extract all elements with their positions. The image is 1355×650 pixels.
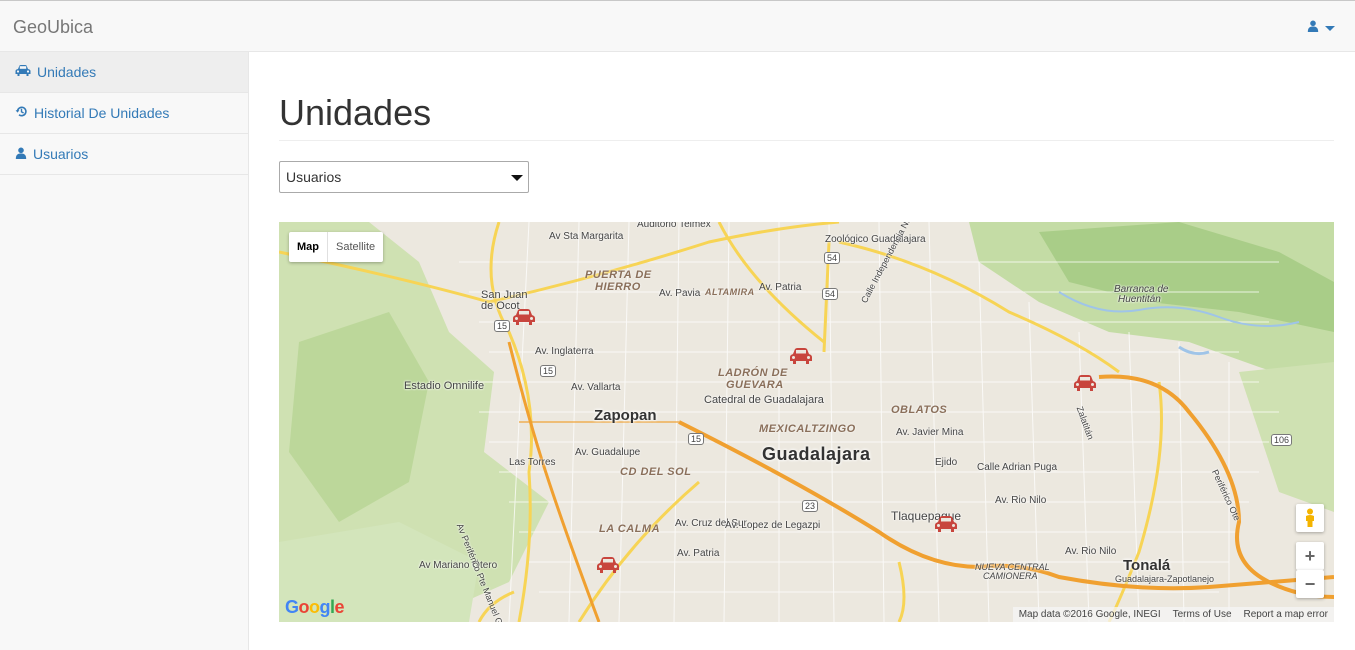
chevron-down-icon xyxy=(1325,25,1335,31)
map-label-ladron-de: LADRÓN DE xyxy=(718,367,788,379)
page-title: Unidades xyxy=(279,92,432,133)
map-label-catedral: Catedral de Guadalajara xyxy=(704,394,824,406)
map-label-av-rio-nilo: Av. Rio Nilo xyxy=(995,495,1047,506)
map-label-hierro: HIERRO xyxy=(595,281,641,293)
shield-23: 23 xyxy=(802,500,819,512)
map-label-av-patria-south: Av. Patria xyxy=(677,548,720,559)
user-icon xyxy=(15,146,27,162)
sidebar-item-historial[interactable]: Historial De Unidades xyxy=(0,93,248,134)
user-select-value: Usuarios xyxy=(286,169,342,185)
car-icon xyxy=(15,64,31,80)
map-label-av-pavia: Av. Pavia xyxy=(659,288,701,299)
map-type-satellite-button[interactable]: Satellite xyxy=(328,232,383,262)
map-attribution: Map data ©2016 Google, INEGI Terms of Us… xyxy=(1012,607,1334,622)
map-label-adrian-puga: Calle Adrian Puga xyxy=(977,462,1058,473)
map-label-cd-del-sol: CD DEL SOL xyxy=(620,466,692,478)
map-label-camionera: CAMIONERA xyxy=(983,571,1038,581)
map-label-ejido: Ejido xyxy=(935,457,958,468)
vehicle-marker[interactable] xyxy=(596,556,620,574)
navbar: GeoUbica xyxy=(0,0,1355,52)
user-select[interactable]: Usuarios xyxy=(279,161,529,193)
map-type-map-button[interactable]: Map xyxy=(289,232,328,262)
map-label-guevara: GUEVARA xyxy=(726,379,784,391)
map-label-oblatos: OBLATOS xyxy=(891,404,948,416)
map-label-mariano-otero: Av Mariano Otero xyxy=(419,560,498,571)
pegman-icon[interactable] xyxy=(1296,504,1324,532)
user-menu-toggle[interactable] xyxy=(1307,19,1335,37)
user-icon xyxy=(1307,19,1319,37)
map-label-auditorio: Auditorio Telmex xyxy=(637,222,711,230)
report-map-error-link[interactable]: Report a map error xyxy=(1244,609,1328,620)
map-label-la-calma: LA CALMA xyxy=(599,523,661,535)
title-divider xyxy=(279,140,1334,141)
map-label-zapopan: Zapopan xyxy=(594,407,657,424)
map-label-altamira: ALTAMIRA xyxy=(705,287,755,297)
terms-of-use-link[interactable]: Terms of Use xyxy=(1173,609,1232,620)
sidebar-item-usuarios[interactable]: Usuarios xyxy=(0,134,248,175)
google-logo: Google xyxy=(285,597,345,617)
map-label-lopez-legazpi: Av. Lopez de Legazpi xyxy=(725,520,821,531)
vehicle-marker[interactable] xyxy=(934,515,958,533)
map-label-sta-margarita: Av Sta Margarita xyxy=(549,231,624,242)
map-label-las-torres: Las Torres xyxy=(509,457,556,468)
shield-15: 15 xyxy=(540,365,557,377)
map-label-javier-mina: Av. Javier Mina xyxy=(896,427,964,438)
brand-logo[interactable]: GeoUbica xyxy=(13,17,93,38)
shield-15-north: 15 xyxy=(494,320,511,332)
vehicle-marker[interactable] xyxy=(789,347,813,365)
map-label-av-guadalupe: Av. Guadalupe xyxy=(575,447,641,458)
map-type-control: Map Satellite xyxy=(289,232,384,262)
map-label-tonala: Tonalá xyxy=(1123,557,1171,574)
sidebar-item-label: Usuarios xyxy=(33,146,89,162)
map-label-zoologico: Zoológico Guadalajara xyxy=(825,234,926,245)
map-label-av-rio-nilo-2: Av. Rio Nilo xyxy=(1065,546,1117,557)
chevron-down-icon xyxy=(511,175,523,181)
zoom-in-button[interactable]: + xyxy=(1296,542,1324,570)
main-content: Unidades Usuarios Auditorio Telmex Av St… xyxy=(249,52,1355,650)
map-label-gdl-zapotlanejo: Guadalajara-Zapotlanejo xyxy=(1115,574,1215,584)
map-label-av-patria: Av. Patria xyxy=(759,282,802,293)
vehicle-marker[interactable] xyxy=(512,308,536,326)
vehicle-marker[interactable] xyxy=(1073,374,1097,392)
map-view[interactable]: Auditorio Telmex Av Sta Margarita Zoológ… xyxy=(279,222,1334,622)
sidebar: Unidades Historial De Unidades Usuarios xyxy=(0,52,249,650)
map-label-mexicaltzingo: MEXICALTZINGO xyxy=(759,423,856,435)
shield-15-center: 15 xyxy=(688,433,705,445)
map-label-av-inglaterra: Av. Inglaterra xyxy=(535,346,594,357)
map-label-huentitan: Huentitán xyxy=(1118,294,1161,305)
shield-54-north: 54 xyxy=(824,252,841,264)
history-icon xyxy=(15,105,28,121)
map-label-av-vallarta: Av. Vallarta xyxy=(571,382,621,393)
sidebar-item-label: Historial De Unidades xyxy=(34,105,170,121)
map-label-guadalajara: Guadalajara xyxy=(762,444,871,464)
zoom-out-button[interactable]: − xyxy=(1296,570,1324,598)
sidebar-item-unidades[interactable]: Unidades xyxy=(0,52,248,93)
shield-54: 54 xyxy=(822,288,839,300)
map-label-puerta-de: PUERTA DE xyxy=(585,269,652,281)
map-data-attribution: Map data ©2016 Google, INEGI xyxy=(1018,609,1161,620)
sidebar-item-label: Unidades xyxy=(37,64,97,80)
shield-106: 106 xyxy=(1271,434,1293,446)
map-label-estadio: Estadio Omnilife xyxy=(404,380,485,392)
